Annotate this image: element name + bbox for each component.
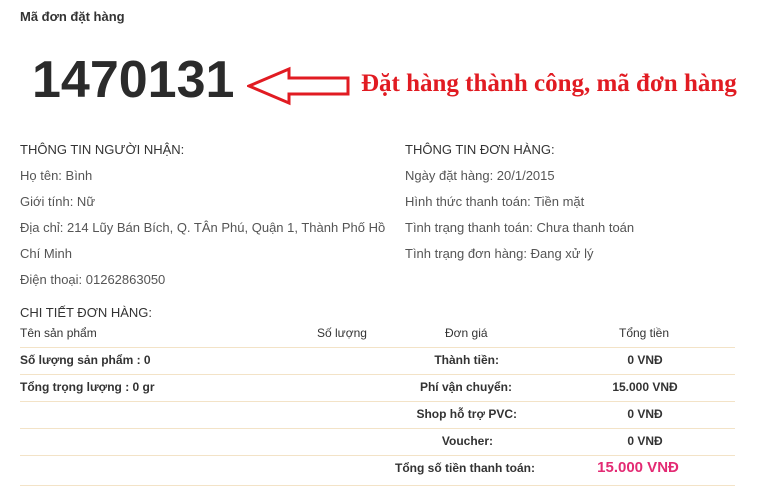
header-quantity: Số lượng <box>317 326 367 340</box>
recipient-phone: Điện thoại: 01262863050 <box>20 272 166 287</box>
voucher-label: Voucher: <box>441 434 493 448</box>
order-success-message: Đặt hàng thành công, mã đơn hàng <box>361 70 737 97</box>
recipient-name: Họ tên: Bình <box>20 168 93 183</box>
recipient-address-line2: Chí Minh <box>20 246 73 261</box>
shop-shipping-support-value: 0 VNĐ <box>627 407 663 421</box>
order-info-title: THÔNG TIN ĐƠN HÀNG: <box>405 142 555 157</box>
recipient-gender: Giới tính: Nữ <box>20 194 96 209</box>
shipping-fee-label: Phí vận chuyển: <box>419 380 512 394</box>
table-row: Tổng trọng lượng : 0 gr Phí vận chuyển: … <box>20 374 735 402</box>
table-row: Voucher: 0 VNĐ <box>20 428 735 456</box>
recipient-info-title: THÔNG TIN NGƯỜI NHẬN: <box>20 142 185 157</box>
shop-shipping-support-label: Shop hỗ trợ PVC: <box>416 407 517 421</box>
subtotal-value: 0 VNĐ <box>627 353 663 367</box>
table-row: Shop hỗ trợ PVC: 0 VNĐ <box>20 401 735 429</box>
grand-total-label: Tổng số tiền thanh toán: <box>395 461 535 475</box>
table-row: Số lượng sản phẩm : 0 Thành tiền: 0 VNĐ <box>20 347 735 375</box>
voucher-value: 0 VNĐ <box>627 434 663 448</box>
order-details-title: CHI TIẾT ĐƠN HÀNG: <box>20 305 153 320</box>
shipping-fee-value: 15.000 VNĐ <box>612 380 678 394</box>
header-total: Tổng tiền <box>619 326 670 340</box>
grand-total-value: 15.000 VNĐ <box>597 459 679 476</box>
order-code-label: Mã đơn đặt hàng <box>20 9 125 24</box>
header-product-name: Tên sản phẩm <box>20 326 97 340</box>
subtotal-label: Thành tiền: <box>434 353 499 367</box>
order-date: Ngày đặt hàng: 20/1/2015 <box>405 168 555 183</box>
table-header-row: Tên sản phẩm Số lượng Đơn giá Tổng tiền <box>20 320 735 348</box>
order-status: Tình trạng đơn hàng: Đang xử lý <box>405 246 594 261</box>
recipient-address-line1: Địa chỉ: 214 Lũy Bán Bích, Q. TÂn Phú, Q… <box>20 220 386 235</box>
payment-method: Hình thức thanh toán: Tiền mặt <box>405 194 585 209</box>
left-arrow-icon <box>247 66 350 106</box>
order-number: 1470131 <box>32 51 235 109</box>
table-row: Tổng số tiền thanh toán: 15.000 VNĐ <box>20 455 735 486</box>
header-unit-price: Đơn giá <box>445 326 488 340</box>
payment-status: Tình trạng thanh toán: Chưa thanh toán <box>405 220 635 235</box>
